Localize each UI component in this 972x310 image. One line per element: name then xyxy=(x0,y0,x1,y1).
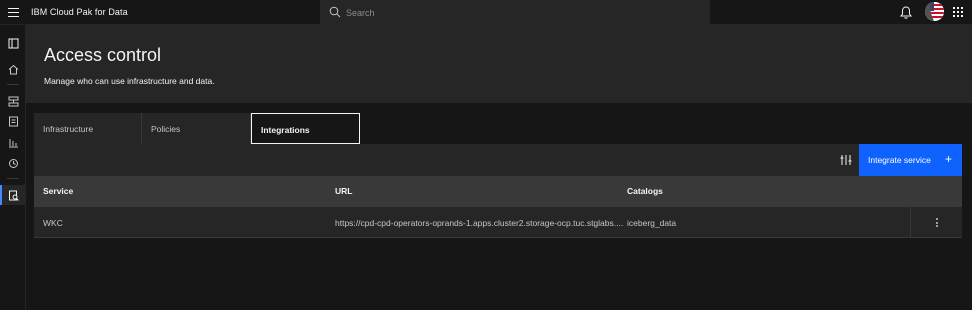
global-search[interactable] xyxy=(320,0,710,25)
table-toolbar: Integrate service + xyxy=(34,144,962,176)
cell-catalogs: iceberg_data xyxy=(627,218,677,228)
search-input[interactable] xyxy=(346,0,706,25)
tab-infrastructure[interactable]: Infrastructure xyxy=(34,113,142,144)
catalog-icon[interactable] xyxy=(0,111,26,131)
table-header: Service URL Catalogs xyxy=(34,176,962,207)
table-row[interactable]: WKC https://cpd-cpd-operators-oprands-1.… xyxy=(34,207,962,238)
search-icon xyxy=(329,6,341,18)
integrate-service-label: Integrate service xyxy=(868,155,931,165)
page-subtitle: Manage who can use infrastructure and da… xyxy=(44,76,215,86)
row-overflow-menu[interactable] xyxy=(910,207,962,238)
product-name[interactable]: IBM Cloud Pak for Data xyxy=(31,7,128,17)
side-rail xyxy=(0,25,26,310)
notification-icon[interactable] xyxy=(899,5,913,20)
data-icon[interactable] xyxy=(0,132,26,152)
home-icon[interactable] xyxy=(0,59,26,79)
cell-service: WKC xyxy=(43,218,63,228)
integrate-service-button[interactable]: Integrate service + xyxy=(859,144,962,176)
avatar[interactable] xyxy=(925,2,944,21)
rail-divider xyxy=(7,178,19,179)
integrations-table: Service URL Catalogs WKC https://cpd-cpd… xyxy=(34,176,962,238)
column-settings-icon[interactable] xyxy=(839,153,853,167)
access-control-icon[interactable] xyxy=(0,185,26,205)
column-header-url[interactable]: URL xyxy=(335,186,352,196)
column-header-service[interactable]: Service xyxy=(43,186,73,196)
deployments-icon[interactable] xyxy=(0,91,26,111)
rail-divider xyxy=(7,84,19,85)
leftnav-icon[interactable] xyxy=(0,33,26,53)
cell-url: https://cpd-cpd-operators-oprands-1.apps… xyxy=(335,218,624,228)
menu-icon[interactable] xyxy=(5,4,22,21)
tab-integrations[interactable]: Integrations xyxy=(251,113,360,144)
add-icon: + xyxy=(944,152,952,166)
column-header-catalogs[interactable]: Catalogs xyxy=(627,186,663,196)
overflow-menu-icon xyxy=(935,218,938,227)
top-header: IBM Cloud Pak for Data xyxy=(0,0,972,25)
app-switcher-icon[interactable] xyxy=(953,7,964,18)
tab-policies[interactable]: Policies xyxy=(142,113,251,144)
history-icon[interactable] xyxy=(0,153,26,173)
page-header: Access control Manage who can use infras… xyxy=(26,25,972,103)
page-title: Access control xyxy=(44,45,162,65)
tab-list: Infrastructure Policies Integrations xyxy=(34,113,360,144)
